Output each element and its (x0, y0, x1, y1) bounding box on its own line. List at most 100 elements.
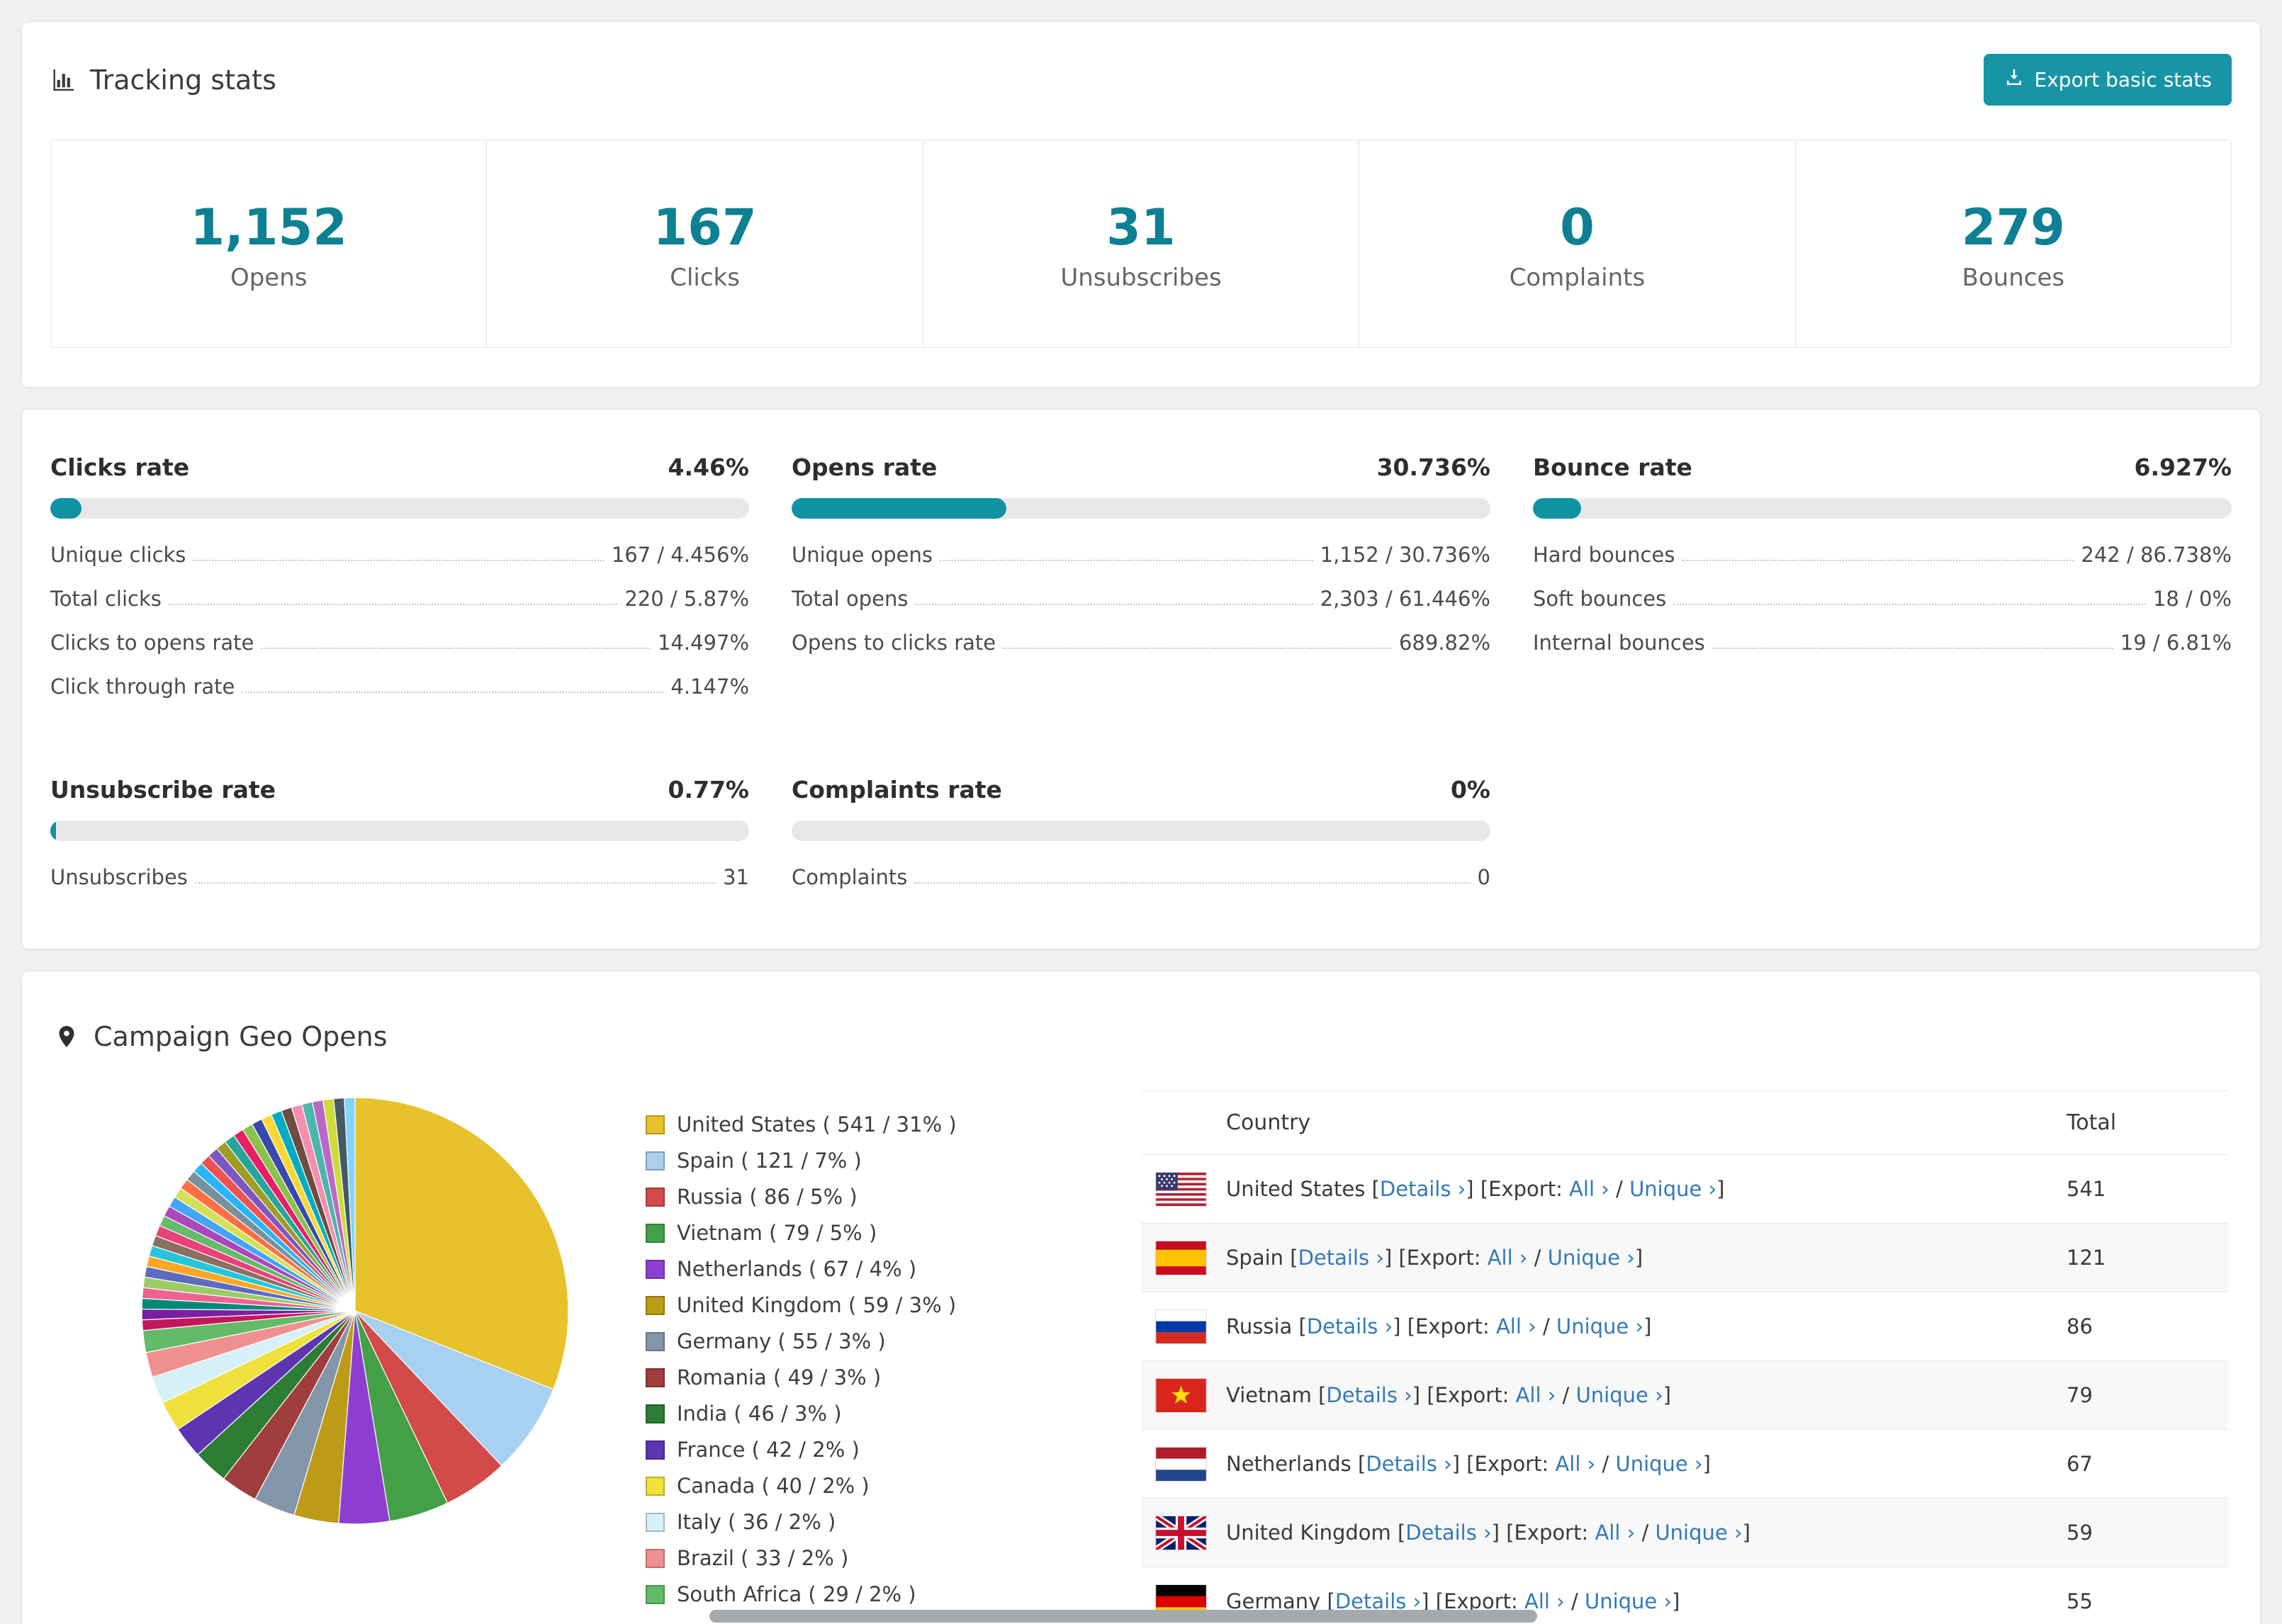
stat-value: 1,152 (190, 198, 347, 256)
details-link[interactable]: Details › (1405, 1521, 1491, 1545)
rate-stat-label: Unique opens (792, 543, 933, 567)
legend-label: South Africa ( 29 / 2% ) (677, 1582, 916, 1606)
rate-stat-label: Click through rate (50, 675, 235, 699)
rate-stat-label: Hard bounces (1533, 543, 1675, 567)
export-unique-link[interactable]: Unique › (1548, 1246, 1635, 1270)
export-unique-link[interactable]: Unique › (1629, 1177, 1716, 1201)
bar-chart-icon (50, 67, 76, 93)
tracking-stats-title-text: Tracking stats (90, 64, 276, 96)
progress-bar-fill (50, 498, 82, 519)
legend-item[interactable]: United Kingdom ( 59 / 3% ) (646, 1293, 957, 1317)
geo-total: 79 (2067, 1383, 2093, 1407)
export-all-link[interactable]: All › (1569, 1177, 1609, 1201)
rate-block-header: Clicks rate 4.46% (50, 453, 749, 481)
export-unique-link[interactable]: Unique › (1576, 1383, 1663, 1407)
rate-stat-value: 2,303 / 61.446% (1320, 587, 1490, 611)
rate-stat-value: 167 / 4.456% (611, 543, 749, 567)
geo-table: Country Total United States [Details ›] … (1141, 1081, 2228, 1624)
country-name: Netherlands (1226, 1452, 1351, 1476)
legend-swatch (646, 1259, 665, 1279)
details-link[interactable]: Details › (1326, 1383, 1412, 1407)
campaign-stats-page: Tracking stats Export basic stats 1,152 … (0, 0, 2282, 1624)
details-link[interactable]: Details › (1307, 1314, 1393, 1338)
progress-bar-fill (50, 821, 56, 841)
details-link[interactable]: Details › (1380, 1177, 1466, 1201)
rate-stat-value: 1,152 / 30.736% (1320, 543, 1490, 567)
legend-item[interactable]: Brazil ( 33 / 2% ) (646, 1546, 957, 1570)
dotted-leader (1673, 604, 2146, 605)
legend-swatch (646, 1223, 665, 1243)
legend-item[interactable]: Germany ( 55 / 3% ) (646, 1329, 957, 1353)
legend-item[interactable]: Romania ( 49 / 3% ) (646, 1365, 957, 1389)
rates-card: Clicks rate 4.46% Unique clicks 167 / 4.… (21, 409, 2261, 949)
flag-us-icon (1156, 1172, 1206, 1206)
legend-item[interactable]: Canada ( 40 / 2% ) (646, 1474, 957, 1498)
export-unique-link[interactable]: Unique › (1556, 1314, 1643, 1338)
rate-block: Opens rate 30.736% Unique opens 1,152 / … (792, 453, 1490, 709)
details-link[interactable]: Details › (1298, 1246, 1384, 1270)
export-prefix: Export: (1474, 1452, 1556, 1476)
rate-block-header: Opens rate 30.736% (792, 453, 1490, 481)
legend-item[interactable]: Netherlands ( 67 / 4% ) (646, 1257, 957, 1281)
legend-item[interactable]: Vietnam ( 79 / 5% ) (646, 1221, 957, 1245)
rate-stat-label: Complaints (792, 865, 908, 889)
stat-label: Unsubscribes (1060, 264, 1222, 292)
geo-table-row: Netherlands [Details ›] [Export: All › /… (1141, 1429, 2228, 1498)
details-link[interactable]: Details › (1366, 1452, 1451, 1476)
legend-label: United Kingdom ( 59 / 3% ) (677, 1293, 957, 1317)
export-all-link[interactable]: All › (1496, 1314, 1536, 1338)
geo-content: United States ( 541 / 31% ) Spain ( 121 … (54, 1081, 2228, 1624)
legend-swatch (646, 1295, 665, 1315)
rate-stat-label: Total opens (792, 587, 909, 611)
geo-table-row: Spain [Details ›] [Export: All › / Uniqu… (1141, 1223, 2228, 1292)
rate-stat-value: 242 / 86.738% (2081, 543, 2232, 567)
export-all-link[interactable]: All › (1595, 1521, 1635, 1545)
flag-nl-icon (1156, 1447, 1206, 1481)
stat-label: Bounces (1962, 264, 2065, 292)
export-icon (2003, 67, 2025, 93)
dotted-leader (1712, 648, 2113, 649)
rate-value: 4.46% (668, 453, 750, 481)
rate-title: Clicks rate (50, 453, 190, 481)
geo-table-body: United States [Details ›] [Export: All ›… (1141, 1154, 2228, 1624)
export-unique-link[interactable]: Unique › (1615, 1452, 1702, 1476)
summary-stats: 1,152 Opens 167 Clicks 31 Unsubscribes 0… (50, 140, 2232, 348)
rate-stat-row: Unique opens 1,152 / 30.736% (792, 533, 1490, 577)
geo-total: 55 (2067, 1589, 2093, 1613)
legend-swatch (646, 1404, 665, 1423)
export-prefix: Export: (1406, 1246, 1488, 1270)
export-all-link[interactable]: All › (1488, 1246, 1528, 1270)
export-basic-stats-button[interactable]: Export basic stats (1983, 54, 2232, 106)
stat-label: Opens (230, 264, 308, 292)
export-unique-link[interactable]: Unique › (1655, 1521, 1742, 1545)
export-prefix: Export: (1434, 1383, 1516, 1407)
legend-item[interactable]: United States ( 541 / 31% ) (646, 1112, 957, 1137)
dotted-leader (1682, 560, 2074, 561)
rate-block: Unsubscribe rate 0.77% Unsubscribes 31 (50, 776, 749, 899)
legend-item[interactable]: Spain ( 121 / 7% ) (646, 1149, 957, 1173)
rate-stat-row: Clicks to opens rate 14.497% (50, 621, 749, 665)
dotted-leader (168, 604, 618, 605)
export-unique-link[interactable]: Unique › (1585, 1589, 1672, 1613)
legend-item[interactable]: Russia ( 86 / 5% ) (646, 1185, 957, 1209)
legend-label: Brazil ( 33 / 2% ) (677, 1546, 849, 1570)
dotted-leader (193, 560, 605, 561)
legend-item[interactable]: Italy ( 36 / 2% ) (646, 1510, 957, 1534)
legend-item[interactable]: France ( 42 / 2% ) (646, 1438, 957, 1462)
rate-value: 30.736% (1376, 453, 1490, 481)
legend-item[interactable]: India ( 46 / 3% ) (646, 1402, 957, 1426)
rate-stat-value: 14.497% (657, 631, 749, 655)
legend-swatch (646, 1187, 665, 1207)
geo-table-header: Country Total (1141, 1090, 2228, 1154)
rate-stat-row: Complaints 0 (792, 855, 1490, 899)
dotted-leader (261, 648, 651, 649)
dotted-leader (915, 604, 1313, 605)
stat-box-unsubscribes: 31 Unsubscribes (922, 140, 1359, 347)
export-all-link[interactable]: All › (1555, 1452, 1595, 1476)
legend-item[interactable]: South Africa ( 29 / 2% ) (646, 1582, 957, 1606)
dotted-leader (1003, 648, 1392, 649)
country-name: Spain (1226, 1246, 1284, 1270)
export-all-link[interactable]: All › (1516, 1383, 1556, 1407)
stat-box-bounces: 279 Bounces (1794, 140, 2231, 347)
horizontal-scrollbar-thumb[interactable] (709, 1610, 1537, 1623)
